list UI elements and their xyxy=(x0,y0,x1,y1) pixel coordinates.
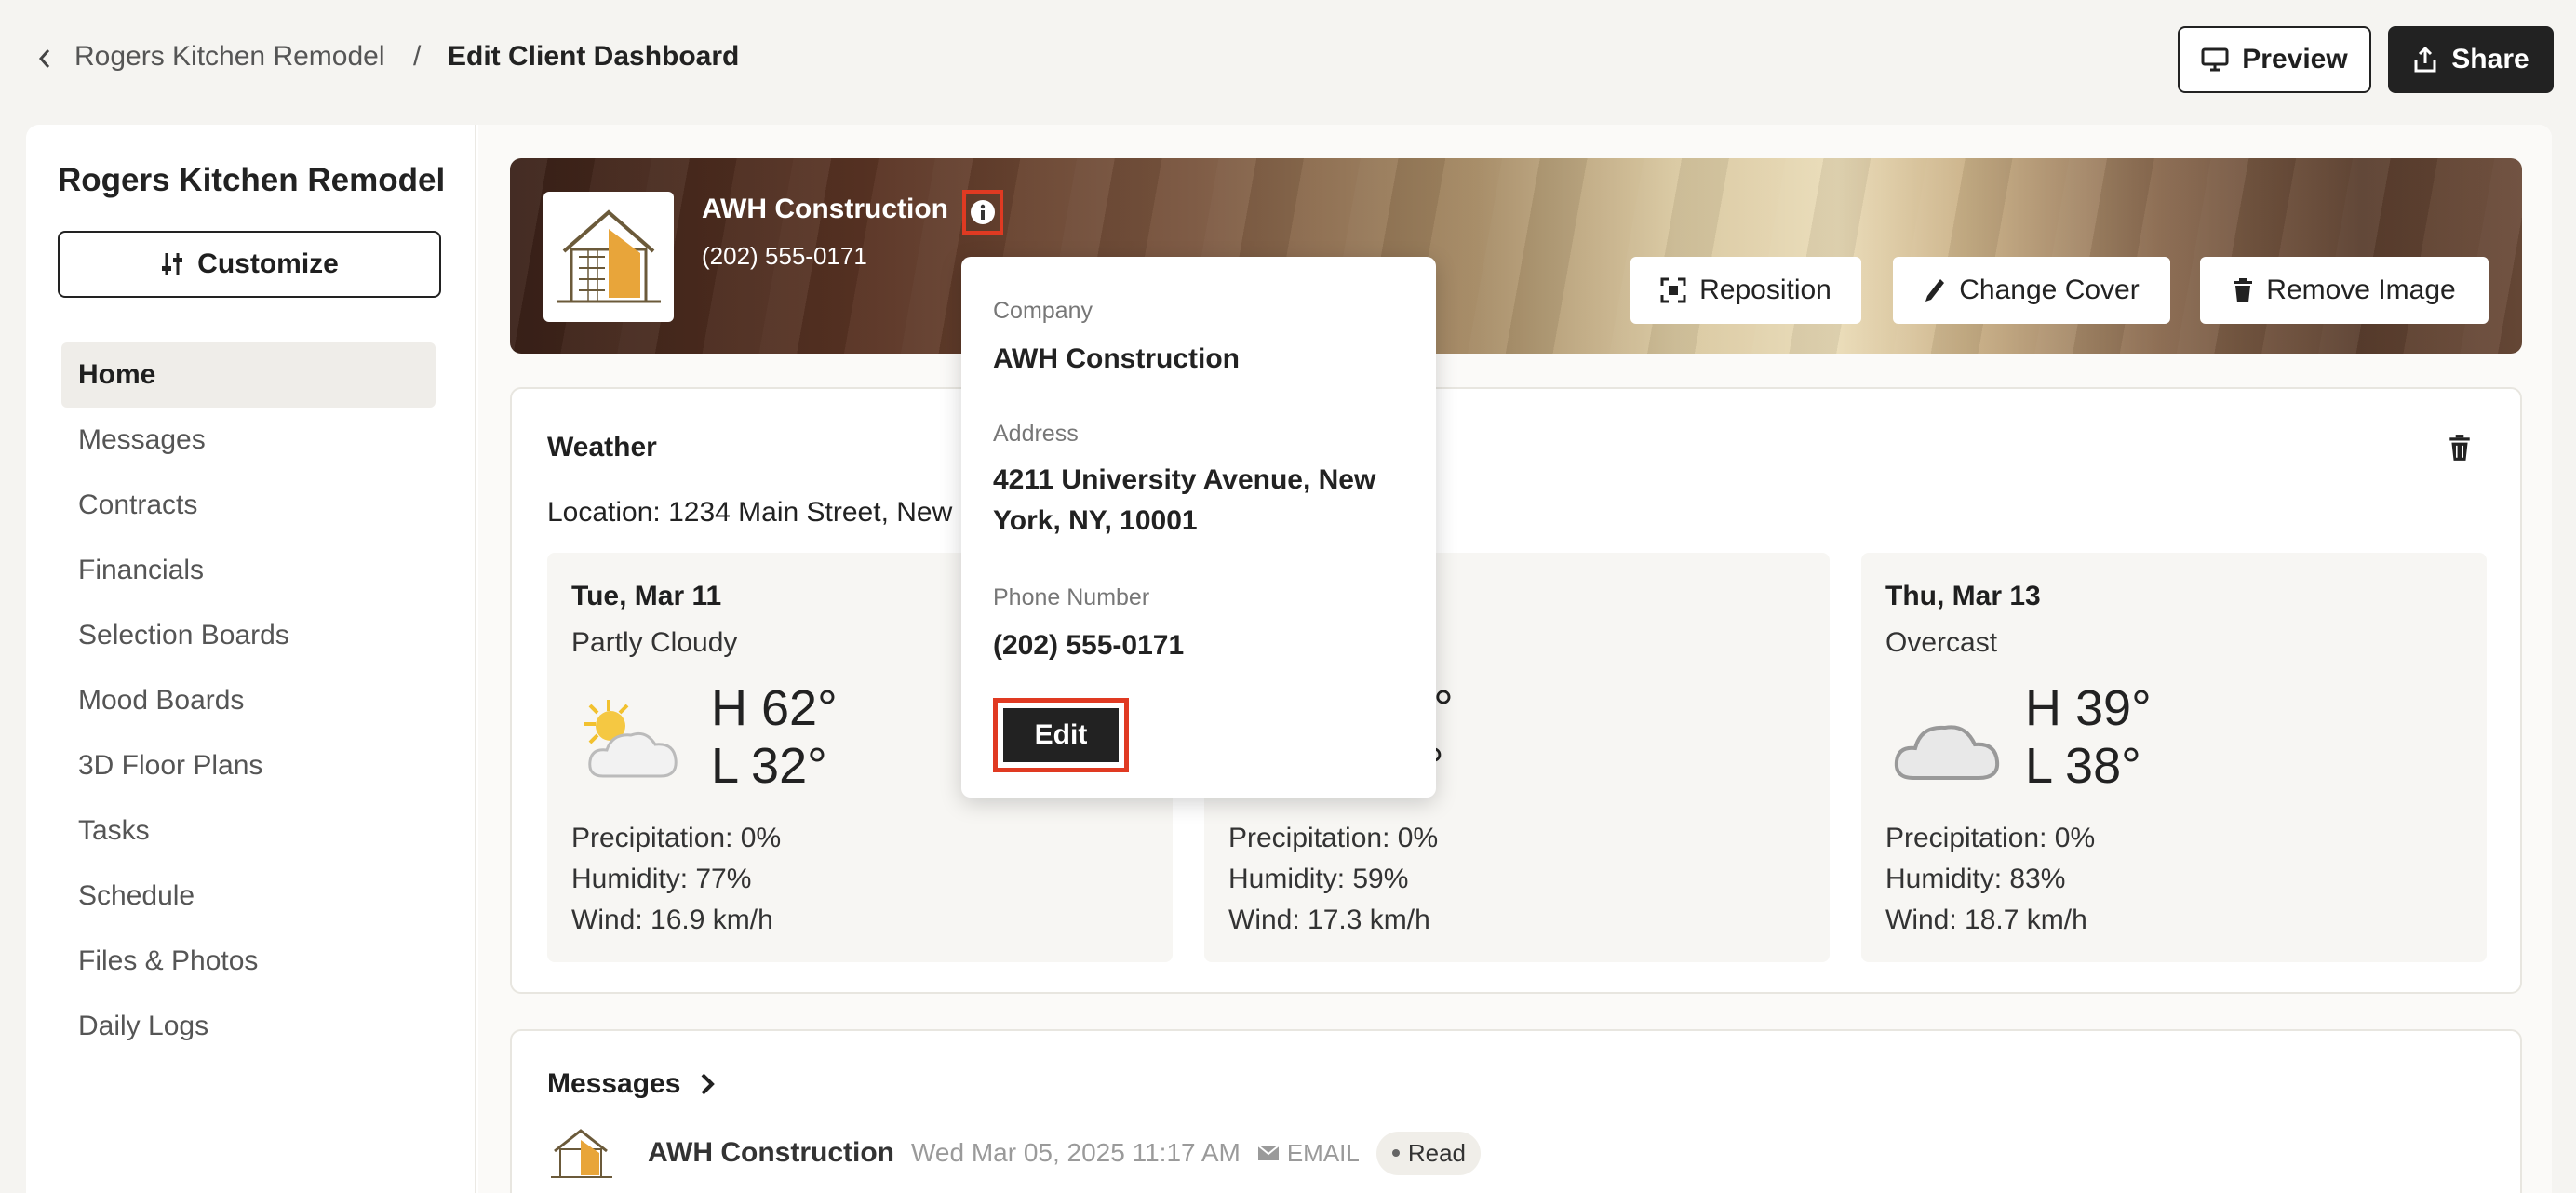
popover-address-label: Address xyxy=(993,421,1079,447)
popover-phone-value: (202) 555-0171 xyxy=(993,630,1185,661)
top-bar: Rogers Kitchen Remodel / Edit Client Das… xyxy=(0,0,2576,119)
status-badge: Read xyxy=(1375,1131,1482,1175)
sidebar-item-tasks[interactable]: Tasks xyxy=(61,798,436,864)
reposition-icon xyxy=(1660,277,1686,303)
chevron-right-icon xyxy=(702,1073,716,1095)
breadcrumb-current: Edit Client Dashboard xyxy=(448,41,740,72)
day-humidity: Humidity: 59% xyxy=(1228,864,1409,894)
company-logo xyxy=(543,192,674,322)
sidebar-item-financials[interactable]: Financials xyxy=(61,538,436,603)
day-wind: Wind: 18.7 km/h xyxy=(1885,905,2087,935)
company-phone: (202) 555-0171 xyxy=(702,242,867,270)
sidebar-nav: Home Messages Contracts Financials Selec… xyxy=(61,342,436,1059)
change-cover-label: Change Cover xyxy=(1959,275,2140,305)
cover-banner: AWH Construction (202) 555-0171 Repositi… xyxy=(510,158,2522,354)
day-wind: Wind: 17.3 km/h xyxy=(1228,905,1430,935)
sidebar-item-selection-boards[interactable]: Selection Boards xyxy=(61,603,436,668)
day-humidity: Humidity: 83% xyxy=(1885,864,2066,894)
day-low: L 32° xyxy=(711,738,827,794)
edit-button[interactable]: Edit xyxy=(993,698,1129,772)
day-condition: Partly Cloudy xyxy=(571,627,738,658)
sidebar-item-3d-floor-plans[interactable]: 3D Floor Plans xyxy=(61,733,436,798)
dot-icon xyxy=(1391,1149,1400,1157)
day-condition: Overcast xyxy=(1885,627,1998,658)
popover-company-value: AWH Construction xyxy=(993,343,1240,374)
house-logo-icon xyxy=(557,209,661,303)
weather-title: Weather xyxy=(547,432,657,462)
sidebar: Rogers Kitchen Remodel Customize Home Me… xyxy=(26,125,476,1193)
sidebar-item-home[interactable]: Home xyxy=(61,342,436,408)
sidebar-item-files-photos[interactable]: Files & Photos xyxy=(61,929,436,994)
message-channel-label: EMAIL xyxy=(1286,1138,1360,1167)
preview-button[interactable]: Preview xyxy=(2178,26,2371,93)
message-row[interactable]: AWH Construction Wed Mar 05, 2025 11:17 … xyxy=(547,1120,1482,1186)
sidebar-item-contracts[interactable]: Contracts xyxy=(61,473,436,538)
day-humidity: Humidity: 77% xyxy=(571,864,752,894)
trash-icon[interactable] xyxy=(2448,434,2472,462)
weather-location: Location: 1234 Main Street, New xyxy=(547,497,953,528)
cloud-icon xyxy=(1894,725,2000,780)
breadcrumb-separator: / xyxy=(413,41,422,72)
sliders-icon xyxy=(162,253,183,275)
remove-image-label: Remove Image xyxy=(2266,275,2456,305)
reposition-label: Reposition xyxy=(1699,275,1831,305)
chevron-left-icon[interactable] xyxy=(34,45,56,73)
trash-icon xyxy=(2234,278,2253,302)
mail-icon xyxy=(1257,1145,1280,1160)
day-precipitation: Precipitation: 0% xyxy=(571,823,782,853)
sidebar-item-mood-boards[interactable]: Mood Boards xyxy=(61,668,436,733)
change-cover-button[interactable]: Change Cover xyxy=(1893,257,2170,324)
reposition-button[interactable]: Reposition xyxy=(1630,257,1861,324)
day-precipitation: Precipitation: 0% xyxy=(1885,823,2096,853)
status-badge-label: Read xyxy=(1407,1138,1467,1167)
house-logo-icon xyxy=(551,1129,612,1178)
pencil-icon xyxy=(1925,279,1945,302)
sidebar-item-schedule[interactable]: Schedule xyxy=(61,864,436,929)
weather-card: Weather Location: 1234 Main Street, New … xyxy=(510,387,2522,994)
message-timestamp: Wed Mar 05, 2025 11:17 AM xyxy=(910,1138,1241,1167)
sidebar-title: Rogers Kitchen Remodel xyxy=(58,162,446,198)
share-label: Share xyxy=(2451,44,2529,74)
breadcrumb-project[interactable]: Rogers Kitchen Remodel xyxy=(74,41,385,73)
remove-image-button[interactable]: Remove Image xyxy=(2200,257,2489,324)
edit-label: Edit xyxy=(1003,708,1119,762)
day-date: Thu, Mar 13 xyxy=(1885,581,2041,611)
preview-label: Preview xyxy=(2242,44,2348,74)
popover-address-value: 4211 University Avenue, New York, NY, 10… xyxy=(993,464,1376,536)
day-wind: Wind: 16.9 km/h xyxy=(571,905,773,935)
sidebar-item-daily-logs[interactable]: Daily Logs xyxy=(61,994,436,1059)
messages-title: Messages xyxy=(547,1068,681,1099)
customize-label: Customize xyxy=(197,248,339,279)
popover-phone-label: Phone Number xyxy=(993,584,1150,610)
day-precipitation: Precipitation: 0% xyxy=(1228,823,1439,853)
message-sender: AWH Construction xyxy=(648,1137,894,1168)
day-low: L 38° xyxy=(2025,738,2141,794)
day-high: H 39° xyxy=(2025,680,2152,736)
share-icon xyxy=(2414,46,2436,73)
content-area: AWH Construction (202) 555-0171 Repositi… xyxy=(478,125,2552,1193)
info-icon xyxy=(971,200,995,224)
company-info-popover: Company AWH Construction Address 4211 Un… xyxy=(961,257,1436,798)
info-icon-button[interactable] xyxy=(962,190,1003,235)
weather-day-card: Thu, Mar 13 Overcast H 39° L 38° Precipi… xyxy=(1861,553,2487,962)
day-date: Tue, Mar 11 xyxy=(571,581,722,611)
company-name: AWH Construction xyxy=(702,194,948,224)
popover-company-label: Company xyxy=(993,298,1093,324)
monitor-icon xyxy=(2201,47,2229,72)
share-button[interactable]: Share xyxy=(2388,26,2554,93)
messages-header-link[interactable]: Messages xyxy=(547,1068,716,1100)
partly-cloudy-icon xyxy=(584,700,678,778)
messages-card: Messages AWH Construction Wed Mar 05, 20… xyxy=(510,1029,2522,1193)
message-channel: EMAIL xyxy=(1257,1139,1360,1168)
day-high: H 62° xyxy=(711,680,838,736)
sidebar-item-messages[interactable]: Messages xyxy=(61,408,436,473)
customize-button[interactable]: Customize xyxy=(58,231,441,298)
